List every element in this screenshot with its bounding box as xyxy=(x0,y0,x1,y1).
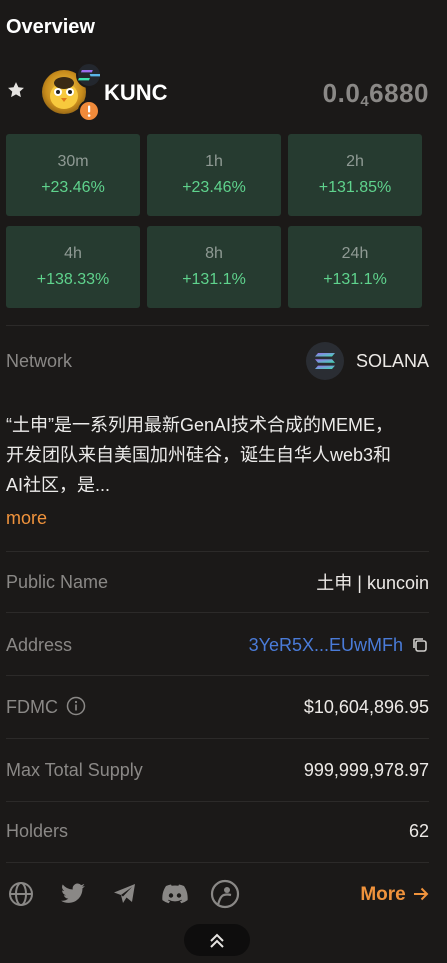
change-cell-1h: 1h +23.46% xyxy=(147,134,281,216)
token-symbol: KUNC xyxy=(104,80,168,105)
divider xyxy=(6,612,429,613)
network-value: SOLANA xyxy=(355,350,429,371)
divider xyxy=(6,862,429,863)
token-description: “土申”是一系列用最新GenAI技术合成的MEME， 开发团队来自美国加州硅谷，… xyxy=(6,415,394,495)
description-more-link[interactable]: more xyxy=(6,508,47,529)
divider xyxy=(6,738,429,739)
max-supply-value: 999,999,978.97 xyxy=(303,759,429,780)
holders-row: Holders 62 xyxy=(6,820,429,841)
address-link[interactable]: 3YeR5X...EUwMFh xyxy=(249,635,403,656)
twitter-icon[interactable] xyxy=(58,876,88,912)
star-icon[interactable] xyxy=(6,80,26,100)
divider xyxy=(6,325,429,326)
arrow-right-icon xyxy=(414,887,429,901)
warning-icon[interactable] xyxy=(78,100,100,122)
network-row: Network SOLANA xyxy=(6,342,429,380)
copy-icon[interactable] xyxy=(411,636,429,654)
holders-value: 62 xyxy=(408,820,429,841)
address-row: Address 3YeR5X...EUwMFh xyxy=(6,630,429,660)
divider xyxy=(6,801,429,802)
divider xyxy=(6,551,429,552)
price-change-grid: 30m +23.46% 1h +23.46% 2h +131.85% 4h +138.3… xyxy=(6,134,422,308)
info-icon[interactable] xyxy=(66,696,86,716)
change-cell-24h: 24h +131.1% xyxy=(288,226,422,308)
solana-icon xyxy=(305,342,344,380)
page-title: Overview xyxy=(6,16,95,38)
change-cell-2h: 2h +131.85% xyxy=(288,134,422,216)
collapse-button[interactable] xyxy=(184,924,250,956)
token-header: KUNC 0.046880 xyxy=(0,62,447,122)
website-icon[interactable] xyxy=(6,876,36,912)
divider xyxy=(6,675,429,676)
token-price: 0.046880 xyxy=(322,78,429,110)
fdmc-row: FDMC $10,604,896.95 xyxy=(6,696,429,718)
solana-badge-icon xyxy=(76,62,102,88)
public-name-row: Public Name 土申 | kuncoin xyxy=(6,567,429,597)
telegram-icon[interactable] xyxy=(110,876,140,912)
public-name-value: 土申 | kuncoin xyxy=(316,573,429,593)
max-supply-row: Max Total Supply 999,999,978.97 xyxy=(6,759,429,780)
change-cell-4h: 4h +138.33% xyxy=(6,226,140,308)
change-cell-30m: 30m +23.46% xyxy=(6,134,140,216)
more-links-button[interactable]: More xyxy=(360,884,429,906)
discord-icon[interactable] xyxy=(160,876,190,912)
change-cell-8h: 8h +131.1% xyxy=(147,226,281,308)
fdmc-value: $10,604,896.95 xyxy=(303,696,429,717)
coingecko-icon[interactable] xyxy=(210,876,240,912)
chevron-double-up-icon xyxy=(210,933,224,948)
